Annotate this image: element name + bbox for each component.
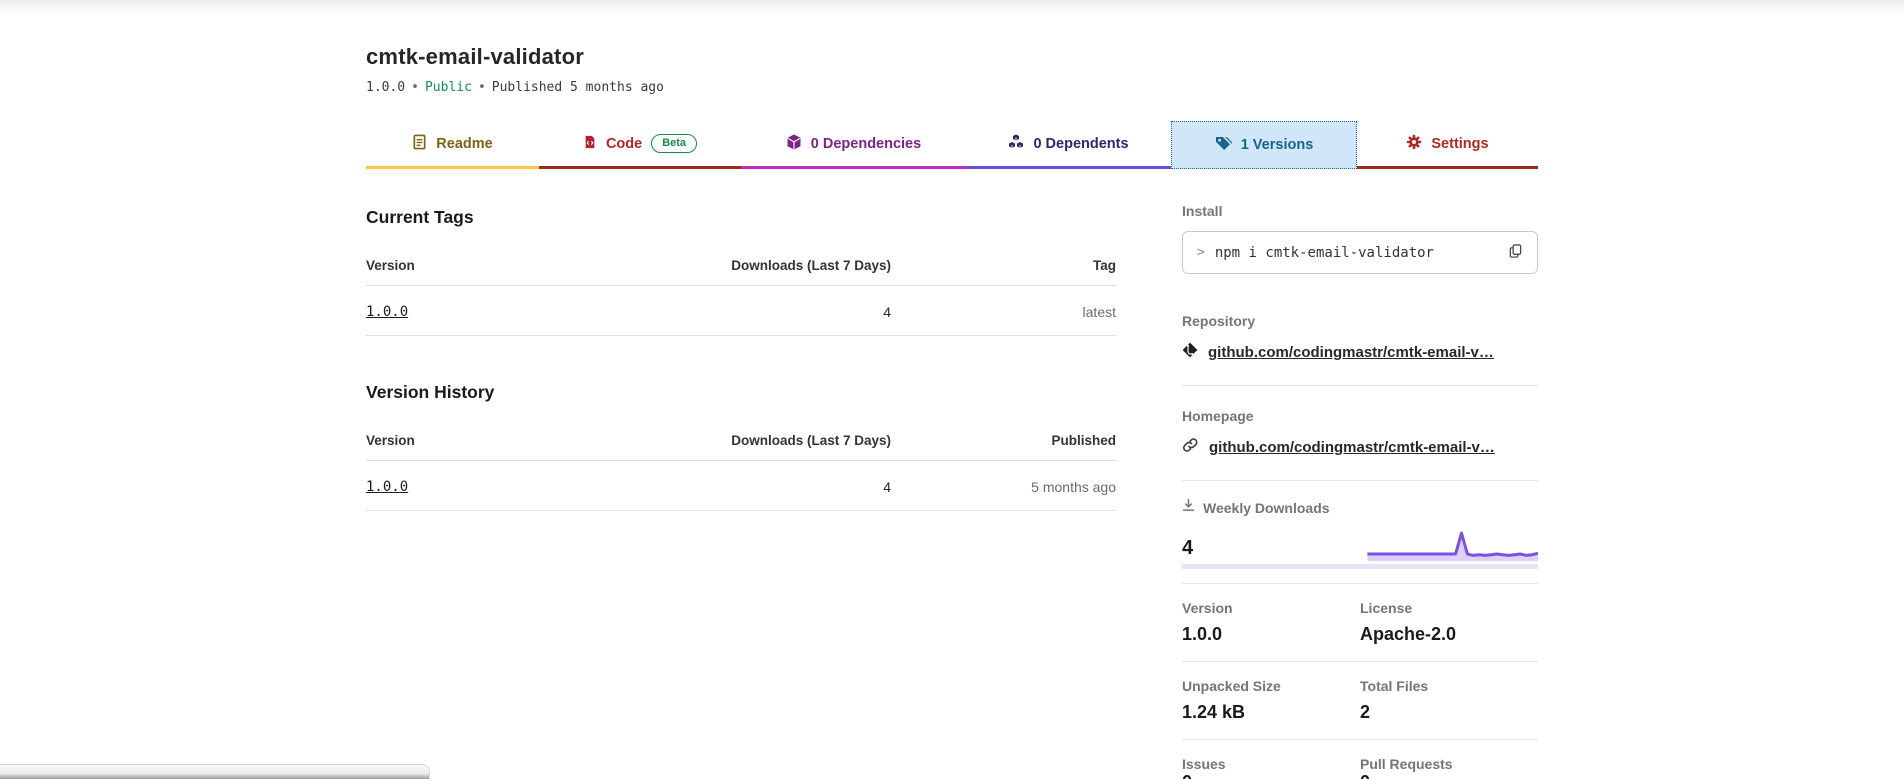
version-link[interactable]: 1.0.0	[366, 479, 408, 495]
pull-requests-link[interactable]: 0	[1360, 772, 1370, 779]
weekly-downloads-label: Weekly Downloads	[1203, 500, 1330, 516]
header-tag: Tag	[891, 244, 1116, 286]
sparkline-track	[1182, 564, 1538, 569]
package-subline: 1.0.0•Public•Published 5 months ago	[366, 80, 1538, 95]
readme-icon	[412, 134, 427, 154]
repository-link[interactable]: github.com/codingmastr/cmtk-email-v…	[1208, 344, 1494, 361]
version-history-title: Version History	[366, 382, 1116, 403]
tab-label: Settings	[1431, 136, 1488, 152]
package-version: 1.0.0	[366, 80, 405, 95]
stat-label-issues: Issues	[1182, 756, 1360, 772]
package-visibility: Public	[425, 80, 472, 95]
stat-label-total-files: Total Files	[1360, 678, 1538, 694]
stat-value-unpacked-size: 1.24 kB	[1182, 702, 1360, 723]
versions-icon	[1215, 135, 1232, 155]
header-version: Version	[366, 419, 591, 461]
beta-badge: Beta	[651, 134, 697, 153]
prompt-icon: >	[1197, 245, 1205, 260]
stats-row: Unpacked Size 1.24 kB Total Files 2	[1182, 662, 1538, 740]
version-history-table: Version Downloads (Last 7 Days) Publishe…	[366, 419, 1116, 511]
table-row: 1.0.0 4 latest	[366, 286, 1116, 336]
tab-label: 1 Versions	[1241, 137, 1314, 153]
table-row: 1.0.0 4 5 months ago	[366, 461, 1116, 511]
tab-bar: Readme Code Beta 0 Dependencies 0 Depend…	[366, 121, 1538, 169]
stats-row: Issues 0 Pull Requests 0	[1182, 740, 1538, 779]
stat-label-version: Version	[1182, 600, 1360, 616]
separator-dot: •	[472, 80, 492, 95]
repository-section: Repository github.com/codingmastr/cmtk-e…	[1182, 291, 1538, 386]
package-title: cmtk-email-validator	[366, 44, 1538, 70]
separator-dot: •	[405, 80, 425, 95]
stats-row: Version 1.0.0 License Apache-2.0	[1182, 584, 1538, 662]
stat-value-total-files: 2	[1360, 702, 1538, 723]
version-link[interactable]: 1.0.0	[366, 304, 408, 320]
content-area: Current Tags Version Downloads (Last 7 D…	[366, 169, 1538, 779]
stat-value-version: 1.0.0	[1182, 624, 1360, 645]
settings-icon	[1406, 134, 1422, 154]
header-downloads: Downloads (Last 7 Days)	[591, 419, 891, 461]
published-value: 5 months ago	[891, 461, 1116, 511]
tab-versions[interactable]: 1 Versions	[1171, 121, 1357, 169]
install-section: Install > npm i cmtk-email-validator	[1182, 169, 1538, 291]
weekly-downloads-count: 4	[1182, 537, 1193, 560]
install-command: npm i cmtk-email-validator	[1215, 245, 1434, 261]
weekly-downloads-chart: 4	[1182, 521, 1538, 569]
table-header-row: Version Downloads (Last 7 Days) Publishe…	[366, 419, 1116, 461]
downloads-value: 4	[591, 461, 891, 511]
install-command-box[interactable]: > npm i cmtk-email-validator	[1182, 231, 1538, 274]
download-icon	[1182, 498, 1195, 517]
issues-link[interactable]: 0	[1182, 772, 1192, 779]
code-icon	[583, 134, 597, 154]
repository-label: Repository	[1182, 313, 1538, 329]
tab-code[interactable]: Code Beta	[539, 121, 741, 169]
tab-dependencies[interactable]: 0 Dependencies	[741, 121, 966, 169]
homepage-label: Homepage	[1182, 408, 1538, 424]
tab-label: 0 Dependencies	[811, 136, 921, 152]
tab-label: 0 Dependents	[1033, 136, 1128, 152]
tab-label: Code	[606, 136, 642, 152]
main-column: Current Tags Version Downloads (Last 7 D…	[366, 169, 1116, 779]
stat-label-pull-requests: Pull Requests	[1360, 756, 1538, 772]
link-icon	[1182, 437, 1199, 458]
header-version: Version	[366, 244, 591, 286]
tab-settings[interactable]: Settings	[1357, 121, 1538, 169]
downloads-value: 4	[591, 286, 891, 336]
stat-label-unpacked-size: Unpacked Size	[1182, 678, 1360, 694]
page-top-shadow	[0, 0, 1904, 14]
header-published: Published	[891, 419, 1116, 461]
copy-button[interactable]	[1508, 243, 1523, 262]
copy-icon	[1508, 243, 1523, 262]
header-downloads: Downloads (Last 7 Days)	[591, 244, 891, 286]
package-page: cmtk-email-validator 1.0.0•Public•Publis…	[366, 44, 1538, 779]
tab-label: Readme	[436, 136, 492, 152]
stat-value-license: Apache-2.0	[1360, 624, 1538, 645]
sidebar: Install > npm i cmtk-email-validator Rep…	[1182, 169, 1538, 779]
tag-value: latest	[891, 286, 1116, 336]
browser-status-bar	[0, 764, 430, 779]
tab-readme[interactable]: Readme	[366, 121, 539, 169]
dependencies-icon	[786, 134, 802, 154]
current-tags-title: Current Tags	[366, 207, 1116, 228]
tab-dependents[interactable]: 0 Dependents	[966, 121, 1171, 169]
git-icon	[1182, 342, 1198, 363]
homepage-link[interactable]: github.com/codingmastr/cmtk-email-v…	[1209, 439, 1495, 456]
downloads-sparkline	[1238, 527, 1538, 565]
install-label: Install	[1182, 203, 1538, 219]
dependents-icon	[1008, 134, 1024, 154]
stat-label-license: License	[1360, 600, 1538, 616]
homepage-section: Homepage github.com/codingmastr/cmtk-ema…	[1182, 386, 1538, 481]
weekly-downloads-section: Weekly Downloads 4	[1182, 481, 1538, 584]
package-published: Published 5 months ago	[492, 80, 664, 95]
current-tags-table: Version Downloads (Last 7 Days) Tag 1.0.…	[366, 244, 1116, 336]
table-header-row: Version Downloads (Last 7 Days) Tag	[366, 244, 1116, 286]
